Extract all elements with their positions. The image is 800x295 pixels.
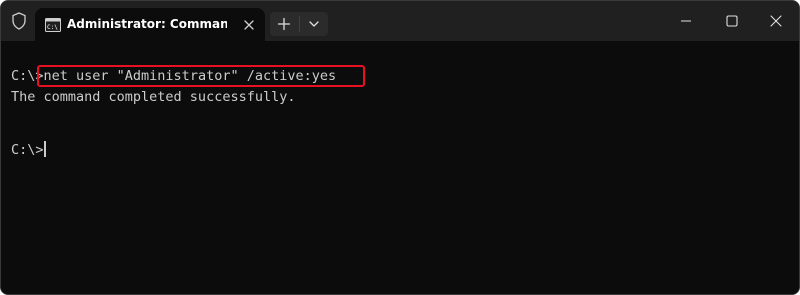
output-line: The command completed successfully. [11,89,296,105]
title-bar[interactable]: C:\ Administrator: Command Pro [1,1,799,41]
svg-text:C:\: C:\ [47,24,58,31]
minimize-icon [681,20,691,22]
prompt-line[interactable]: C:\> [11,141,46,159]
new-tab-button[interactable] [270,12,298,36]
tab-command-prompt[interactable]: C:\ Administrator: Command Pro [35,8,265,41]
maximize-icon [726,15,738,27]
prompt: C:\> [11,142,44,158]
maximize-button[interactable] [709,1,755,41]
close-button[interactable] [753,1,799,41]
minimize-button[interactable] [663,1,709,41]
shield-icon [9,11,29,31]
chevron-down-icon[interactable] [300,12,328,36]
terminal-window: C:\ Administrator: Command Pro [0,0,800,295]
command-highlight-box [37,65,365,87]
new-tab-group [270,12,328,36]
terminal-output[interactable]: C:\>net user "Administrator" /active:yes… [1,41,799,294]
close-tab-icon[interactable] [242,17,256,31]
text-cursor [43,141,46,157]
terminal-icon: C:\ [45,17,61,32]
tab-title: Administrator: Command Pro [67,17,227,31]
close-icon [770,15,782,27]
